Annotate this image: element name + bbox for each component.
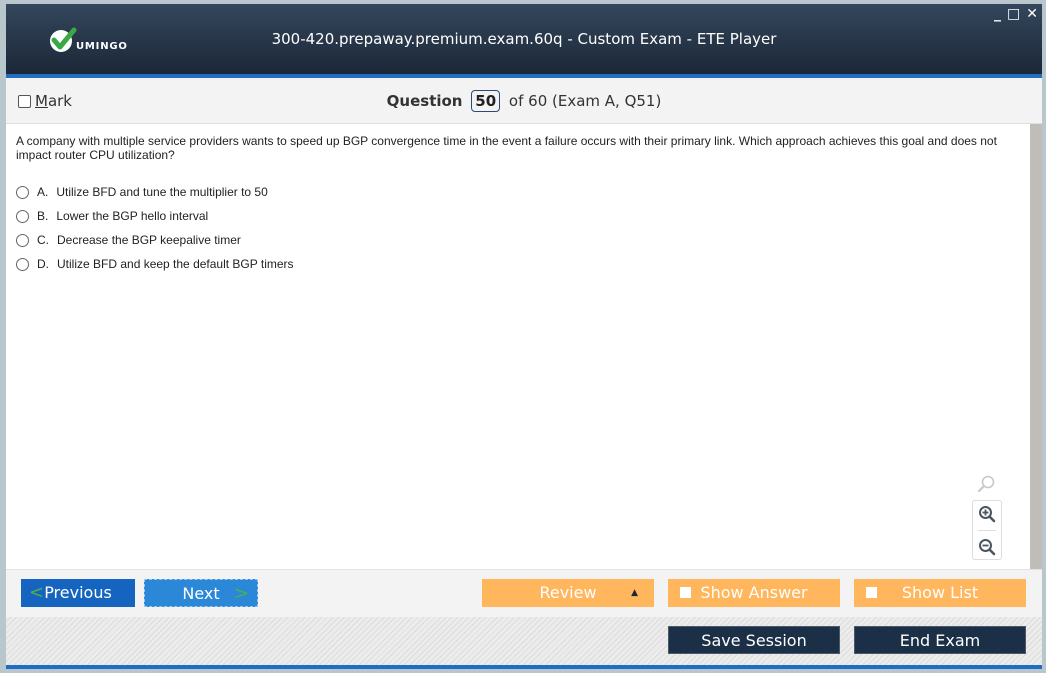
question-count: of 60 (Exam A, Q51) — [508, 92, 662, 110]
show-answer-label: Show Answer — [700, 583, 808, 602]
option-text[interactable]: Utilize BFD and tune the multiplier to 5… — [56, 185, 267, 199]
search-icon[interactable] — [976, 474, 996, 494]
window-title: 300-420.prepaway.premium.exam.60q - Cust… — [271, 30, 777, 48]
radio-button[interactable] — [16, 233, 29, 247]
previous-label: Previous — [44, 583, 112, 602]
answer-options: A. Utilize BFD and tune the multiplier t… — [16, 180, 294, 276]
radio-button[interactable] — [16, 209, 29, 223]
close-icon[interactable]: ✕ — [1026, 6, 1038, 22]
app-window: UMINGO 300-420.prepaway.premium.exam.60q… — [6, 4, 1042, 669]
question-content: A company with multiple service provider… — [6, 124, 1030, 569]
radio-button[interactable] — [16, 185, 29, 199]
maximize-icon[interactable]: □ — [1007, 6, 1020, 22]
question-label: Question — [386, 92, 463, 110]
option-letter: D. — [37, 257, 49, 271]
chevron-left-icon: < — [29, 582, 45, 603]
option-letter: A. — [37, 185, 49, 199]
vertical-scrollbar[interactable] — [1030, 124, 1042, 569]
question-number: Question 50 of 60 (Exam A, Q51) — [6, 90, 1042, 112]
checkbox-icon[interactable] — [680, 587, 691, 598]
review-label: Review — [539, 583, 597, 602]
option-d[interactable]: D. Utilize BFD and keep the default BGP … — [16, 252, 294, 276]
option-text[interactable]: Decrease the BGP keepalive timer — [57, 233, 241, 247]
end-exam-button[interactable]: End Exam — [854, 626, 1026, 654]
option-letter: C. — [37, 233, 49, 247]
option-b[interactable]: B. Lower the BGP hello interval — [16, 204, 294, 228]
question-number-input[interactable]: 50 — [471, 90, 501, 112]
option-letter: B. — [37, 209, 49, 223]
window-controls: _ □ ✕ — [994, 6, 1038, 22]
save-session-button[interactable]: Save Session — [668, 626, 840, 654]
next-button[interactable]: Next > — [144, 579, 258, 607]
previous-button[interactable]: < Previous — [21, 579, 135, 607]
title-bar: UMINGO 300-420.prepaway.premium.exam.60q… — [6, 4, 1042, 78]
next-label: Next — [182, 584, 220, 603]
chevron-right-icon: > — [233, 583, 249, 604]
show-list-toggle[interactable]: Show List — [854, 579, 1026, 607]
option-c[interactable]: C. Decrease the BGP keepalive timer — [16, 228, 294, 252]
footer-bar: Save Session End Exam — [6, 617, 1042, 669]
question-text: A company with multiple service provider… — [16, 134, 997, 162]
review-button[interactable]: Review ▲ — [482, 579, 654, 607]
checkbox-icon[interactable] — [866, 587, 877, 598]
zoom-in-icon[interactable] — [978, 505, 996, 523]
zoom-out-icon[interactable] — [978, 538, 996, 556]
caret-up-icon: ▲ — [631, 588, 638, 598]
radio-button[interactable] — [16, 257, 29, 271]
option-a[interactable]: A. Utilize BFD and tune the multiplier t… — [16, 180, 294, 204]
show-list-label: Show List — [901, 583, 979, 602]
zoom-tools — [972, 474, 1002, 560]
show-answer-toggle[interactable]: Show Answer — [668, 579, 840, 607]
zoom-controls — [972, 500, 1002, 560]
option-text[interactable]: Lower the BGP hello interval — [56, 209, 208, 223]
question-bar: Mark Question 50 of 60 (Exam A, Q51) — [6, 78, 1042, 124]
minimize-icon[interactable]: _ — [994, 6, 1001, 22]
navigation-bar: < Previous Next > Review ▲ Show Answer S… — [6, 569, 1042, 618]
option-text[interactable]: Utilize BFD and keep the default BGP tim… — [57, 257, 294, 271]
